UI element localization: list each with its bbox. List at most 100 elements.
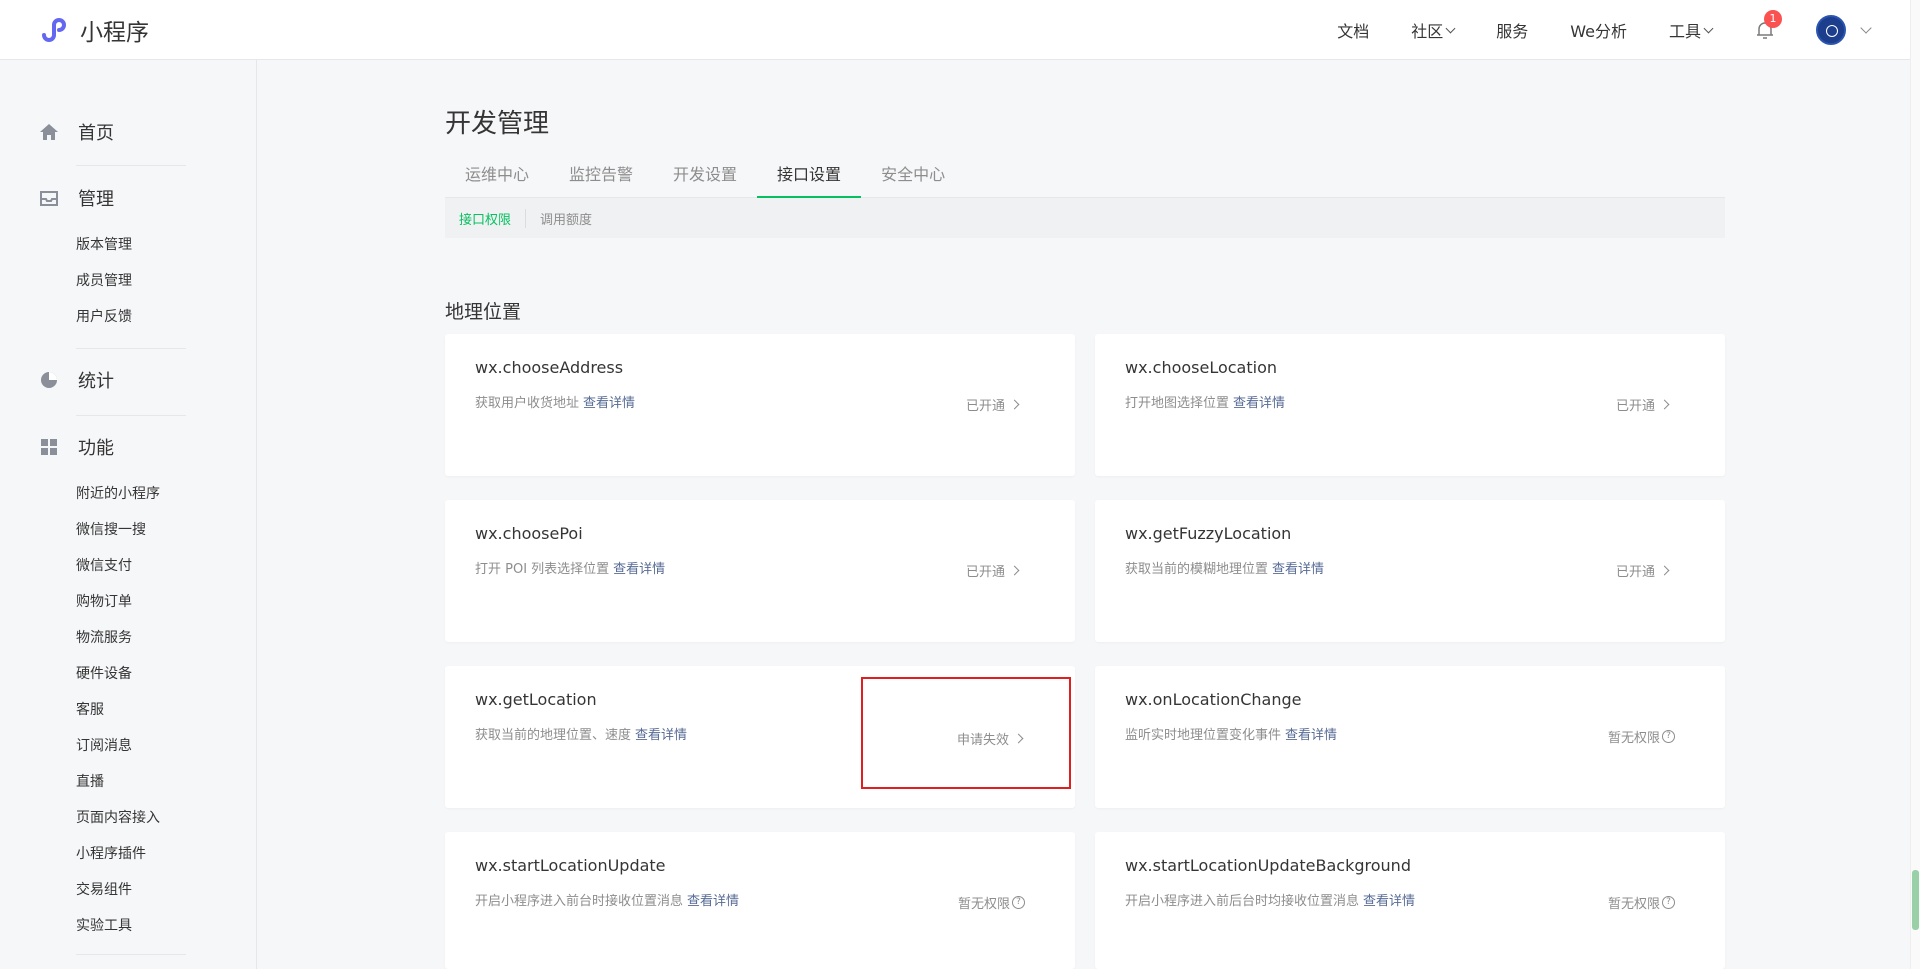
api-desc: 开启小程序进入前后台时均接收位置消息 查看详情 bbox=[1125, 894, 1416, 909]
sidebar-item-lab[interactable]: 实验工具 bbox=[38, 908, 188, 944]
tab-security[interactable]: 安全中心 bbox=[861, 162, 965, 198]
sidebar-item-manage[interactable]: 管理 bbox=[38, 183, 188, 213]
chevron-right-icon bbox=[1659, 565, 1670, 576]
chevron-right-icon bbox=[1659, 399, 1670, 410]
sidebar-item-support[interactable]: 客服 bbox=[38, 692, 188, 728]
subtab-api-permission[interactable]: 接口权限 bbox=[459, 208, 527, 228]
api-status[interactable]: 暂无权限? bbox=[1608, 893, 1676, 912]
api-card: wx.startLocationUpdate 开启小程序进入前台时接收位置消息查… bbox=[445, 832, 1075, 969]
view-details-link[interactable]: 查看详情 bbox=[1233, 396, 1285, 411]
section-title: 地理位置 bbox=[445, 301, 522, 323]
sidebar-item-trade[interactable]: 交易组件 bbox=[38, 872, 188, 908]
divider bbox=[76, 954, 186, 955]
notification-bell[interactable]: 1 bbox=[1754, 10, 1782, 41]
sidebar-item-page-content[interactable]: 页面内容接入 bbox=[38, 800, 188, 836]
sidebar-item-label: 管理 bbox=[78, 189, 114, 210]
logo[interactable]: 小程序 bbox=[38, 13, 149, 47]
nav-community[interactable]: 社区 bbox=[1411, 18, 1456, 42]
nav-tools[interactable]: 工具 bbox=[1669, 18, 1714, 42]
nav-we-analysis[interactable]: We分析 bbox=[1570, 18, 1627, 42]
sidebar-home[interactable]: 首页 bbox=[38, 117, 188, 147]
avatar[interactable] bbox=[1816, 15, 1846, 45]
api-desc: 开启小程序进入前台时接收位置消息 查看详情 bbox=[475, 894, 740, 909]
view-details-link[interactable]: 查看详情 bbox=[1285, 728, 1337, 743]
view-details-link[interactable]: 查看详情 bbox=[635, 728, 687, 743]
api-card: wx.chooseAddress 获取用户收货地址 查看详情 已开通 bbox=[445, 334, 1075, 476]
api-name: wx.getFuzzyLocation bbox=[1125, 524, 1292, 543]
nav-service[interactable]: 服务 bbox=[1496, 18, 1528, 42]
help-icon[interactable]: ? bbox=[1662, 896, 1676, 909]
tab-bar: 运维中心 监控告警 开发设置 接口设置 安全中心 bbox=[445, 162, 1725, 198]
sidebar-item-plugins[interactable]: 小程序插件 bbox=[38, 836, 188, 872]
view-details-link[interactable]: 查看详情 bbox=[1363, 894, 1415, 909]
api-card: wx.chooseLocation 打开地图选择位置 查看详情 已开通 bbox=[1095, 334, 1725, 476]
help-icon[interactable]: ? bbox=[1662, 730, 1676, 743]
tab-monitor[interactable]: 监控告警 bbox=[549, 162, 653, 198]
page-scrollbar[interactable] bbox=[1910, 0, 1920, 969]
view-details-link[interactable]: 查看详情 bbox=[687, 894, 739, 909]
sidebar-item-live[interactable]: 直播 bbox=[38, 764, 188, 800]
sidebar-manage: 管理 版本管理 成员管理 用户反馈 bbox=[38, 183, 188, 335]
sidebar-stats[interactable]: 统计 bbox=[38, 365, 188, 395]
api-desc: 获取当前的模糊地理位置 查看详情 bbox=[1125, 562, 1325, 577]
chevron-down-icon bbox=[1445, 23, 1456, 33]
api-desc: 打开 POI 列表选择位置 查看详情 bbox=[475, 562, 666, 577]
sidebar-item-feedback[interactable]: 用户反馈 bbox=[38, 299, 188, 335]
chevron-right-icon bbox=[1009, 399, 1020, 410]
miniprogram-logo-icon bbox=[42, 18, 66, 42]
chevron-right-icon bbox=[1009, 565, 1020, 576]
sidebar-features: 功能 附近的小程序 微信搜一搜 微信支付 购物订单 物流服务 硬件设备 客服 订… bbox=[38, 432, 188, 944]
api-status[interactable]: 暂无权限? bbox=[1608, 727, 1676, 746]
api-name: wx.startLocationUpdate bbox=[475, 856, 666, 875]
sidebar-item-logistics[interactable]: 物流服务 bbox=[38, 620, 188, 656]
sidebar-item-members[interactable]: 成员管理 bbox=[38, 263, 188, 299]
subtab-call-quota[interactable]: 调用额度 bbox=[540, 209, 606, 228]
api-desc: 打开地图选择位置 查看详情 bbox=[1125, 396, 1286, 411]
sidebar-item-features[interactable]: 功能 bbox=[38, 432, 188, 462]
sidebar-item-subscribe[interactable]: 订阅消息 bbox=[38, 728, 188, 764]
api-status[interactable]: 暂无权限? bbox=[958, 893, 1026, 912]
subtab-bar: 接口权限 调用额度 bbox=[445, 198, 1725, 238]
api-name: wx.choosePoi bbox=[475, 524, 583, 543]
chevron-down-icon[interactable] bbox=[1860, 22, 1872, 34]
api-card: wx.onLocationChange 监听实时地理位置变化事件 查看详情 暂无权… bbox=[1095, 666, 1725, 808]
grid-icon bbox=[41, 439, 57, 455]
sidebar-item-version[interactable]: 版本管理 bbox=[38, 227, 188, 263]
divider bbox=[76, 165, 186, 166]
notification-badge: 1 bbox=[1764, 10, 1782, 28]
sidebar-item-hardware[interactable]: 硬件设备 bbox=[38, 656, 188, 692]
pie-chart-icon bbox=[41, 372, 57, 388]
api-desc: 获取当前的地理位置、速度 查看详情 bbox=[475, 728, 688, 743]
view-details-link[interactable]: 查看详情 bbox=[613, 562, 665, 577]
api-card: wx.choosePoi 打开 POI 列表选择位置 查看详情 已开通 bbox=[445, 500, 1075, 642]
view-details-link[interactable]: 查看详情 bbox=[583, 396, 635, 411]
home-icon bbox=[40, 124, 58, 140]
highlight-box bbox=[861, 677, 1071, 789]
sidebar-item-nearby[interactable]: 附近的小程序 bbox=[38, 476, 188, 512]
divider bbox=[76, 415, 186, 416]
sidebar-item-label: 功能 bbox=[78, 438, 114, 459]
tab-dev-settings[interactable]: 开发设置 bbox=[653, 162, 757, 198]
api-name: wx.startLocationUpdateBackground bbox=[1125, 856, 1411, 875]
api-status[interactable]: 已开通 bbox=[1616, 561, 1670, 580]
api-status[interactable]: 已开通 bbox=[966, 395, 1020, 414]
help-icon[interactable]: ? bbox=[1012, 896, 1026, 909]
tab-api-settings[interactable]: 接口设置 bbox=[757, 162, 862, 198]
sidebar: 首页 管理 版本管理 成员管理 用户反馈 统计 功能 附近的小程序 微信搜一搜 … bbox=[0, 60, 257, 969]
api-name: wx.getLocation bbox=[475, 690, 597, 709]
sidebar-item-search[interactable]: 微信搜一搜 bbox=[38, 512, 188, 548]
sidebar-item-label: 统计 bbox=[78, 371, 114, 392]
nav-docs[interactable]: 文档 bbox=[1337, 18, 1369, 42]
api-status[interactable]: 已开通 bbox=[966, 561, 1020, 580]
app-title: 小程序 bbox=[80, 20, 149, 46]
api-card: wx.startLocationUpdateBackground 开启小程序进入… bbox=[1095, 832, 1725, 969]
scrollbar-thumb[interactable] bbox=[1912, 870, 1919, 930]
sidebar-item-label: 首页 bbox=[78, 123, 114, 144]
sidebar-item-orders[interactable]: 购物订单 bbox=[38, 584, 188, 620]
view-details-link[interactable]: 查看详情 bbox=[1272, 562, 1324, 577]
api-status[interactable]: 已开通 bbox=[1616, 395, 1670, 414]
chevron-down-icon bbox=[1703, 23, 1714, 33]
tab-ops[interactable]: 运维中心 bbox=[445, 162, 549, 198]
sidebar-item-pay[interactable]: 微信支付 bbox=[38, 548, 188, 584]
api-name: wx.chooseAddress bbox=[475, 358, 624, 377]
